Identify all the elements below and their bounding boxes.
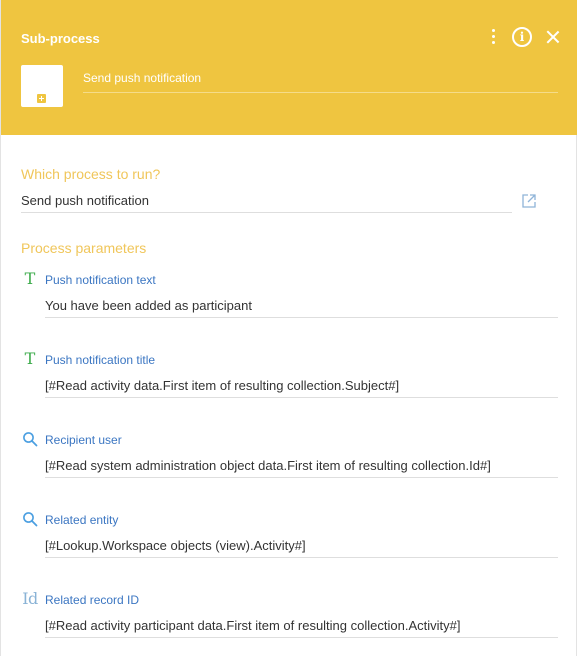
parameter-label[interactable]: Push notification text (45, 273, 156, 287)
process-caption: Which process to run? (21, 166, 161, 182)
parameter-value-field[interactable]: [#Read activity data.First item of resul… (45, 373, 558, 398)
parameter-label[interactable]: Related record ID (45, 593, 139, 607)
element-name-input[interactable]: Send push notification (83, 65, 558, 93)
info-icon[interactable]: i (512, 27, 532, 47)
subprocess-element-icon[interactable] (21, 65, 63, 107)
parameter-label[interactable]: Push notification title (45, 353, 155, 367)
process-lookup-field[interactable]: Send push notification (21, 188, 512, 213)
parameter-value-field[interactable]: You have been added as participant (45, 293, 558, 318)
search-icon (21, 510, 39, 528)
open-external-icon[interactable] (521, 193, 537, 209)
element-header: Sub-process i Send push notification (1, 0, 577, 135)
id-icon: Id (22, 589, 38, 608)
close-icon[interactable] (546, 30, 560, 44)
page-title: Sub-process (21, 31, 100, 46)
parameter-label[interactable]: Recipient user (45, 433, 122, 447)
parameter-value-field[interactable]: [#Lookup.Workspace objects (view).Activi… (45, 533, 558, 558)
plus-icon (37, 94, 46, 103)
parameter-value-field[interactable]: [#Read activity participant data.First i… (45, 613, 558, 638)
text-icon: T (24, 349, 36, 368)
header-actions: i (486, 26, 560, 48)
text-icon: T (24, 269, 36, 288)
process-element-page: Sub-process i Send push notification Whi… (0, 0, 577, 656)
kebab-menu-icon[interactable] (486, 26, 500, 48)
parameters-caption: Process parameters (21, 240, 147, 256)
search-icon (21, 430, 39, 448)
parameter-label[interactable]: Related entity (45, 513, 118, 527)
parameter-value-field[interactable]: [#Read system administration object data… (45, 453, 558, 478)
